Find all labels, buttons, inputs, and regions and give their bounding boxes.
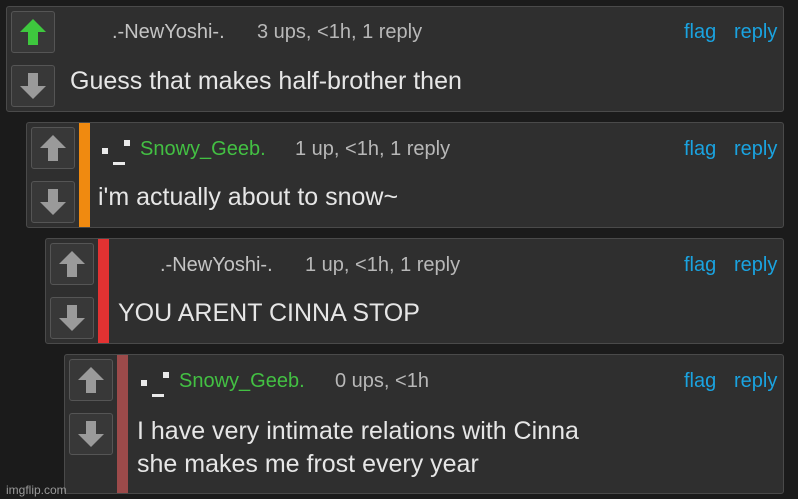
arrow-down-icon (20, 73, 46, 99)
downvote-button[interactable] (31, 181, 75, 223)
comment-text-line: i'm actually about to snow~ (98, 183, 399, 211)
comment-1: .-NewYoshi-. 3 ups, <1h, 1 reply flag re… (6, 6, 784, 112)
comment-4: Snowy_Geeb. 0 ups, <1h flag reply I have… (64, 354, 784, 494)
arrow-down-icon (40, 189, 66, 215)
comment-body: Guess that makes half-brother then (70, 65, 462, 98)
comment-username[interactable]: .-NewYoshi-. (112, 21, 225, 44)
flag-link[interactable]: flag (684, 254, 716, 277)
arrow-down-icon (78, 421, 104, 447)
comment-meta: 3 ups, <1h, 1 reply (257, 21, 423, 43)
comment-header: .-NewYoshi-. 1 up, <1h, 1 reply flag rep… (46, 239, 783, 295)
comment-meta: 1 up, <1h, 1 reply (295, 138, 451, 160)
downvote-button[interactable] (11, 65, 55, 107)
comment-username[interactable]: .-NewYoshi-. (160, 254, 273, 277)
comment-text-line: I have very intimate relations with Cinn… (137, 417, 579, 445)
flag-link[interactable]: flag (684, 138, 716, 161)
downvote-button[interactable] (69, 413, 113, 455)
reply-link[interactable]: reply (734, 254, 777, 277)
comment-body: YOU ARENT CINNA STOP (118, 297, 420, 330)
comment-2: Snowy_Geeb. 1 up, <1h, 1 reply flag repl… (26, 122, 784, 228)
comment-3: .-NewYoshi-. 1 up, <1h, 1 reply flag rep… (45, 238, 784, 344)
comment-header: Snowy_Geeb. 0 ups, <1h flag reply (65, 355, 783, 411)
comment-meta: 0 ups, <1h (335, 370, 429, 392)
downvote-button[interactable] (50, 297, 94, 339)
comment-header: Snowy_Geeb. 1 up, <1h, 1 reply flag repl… (27, 123, 783, 179)
comment-body: I have very intimate relations with Cinn… (137, 415, 579, 481)
flag-link[interactable]: flag (684, 370, 716, 393)
comment-body: i'm actually about to snow~ (98, 181, 398, 214)
comment-text-line: YOU ARENT CINNA STOP (118, 299, 420, 327)
reply-link[interactable]: reply (734, 21, 777, 44)
reply-link[interactable]: reply (734, 370, 777, 393)
comment-username[interactable]: Snowy_Geeb. (140, 138, 266, 161)
comment-username[interactable]: Snowy_Geeb. (179, 370, 305, 393)
comment-header: .-NewYoshi-. 3 ups, <1h, 1 reply flag re… (7, 7, 783, 63)
comment-text-line: she makes me frost every year (137, 450, 479, 478)
avatar[interactable] (141, 371, 169, 399)
reply-link[interactable]: reply (734, 138, 777, 161)
arrow-down-icon (59, 305, 85, 331)
flag-link[interactable]: flag (684, 21, 716, 44)
avatar[interactable] (102, 139, 130, 167)
comment-meta: 1 up, <1h, 1 reply (305, 254, 461, 276)
watermark: imgflip.com (6, 483, 67, 497)
comment-text-line: Guess that makes half-brother then (70, 67, 462, 95)
